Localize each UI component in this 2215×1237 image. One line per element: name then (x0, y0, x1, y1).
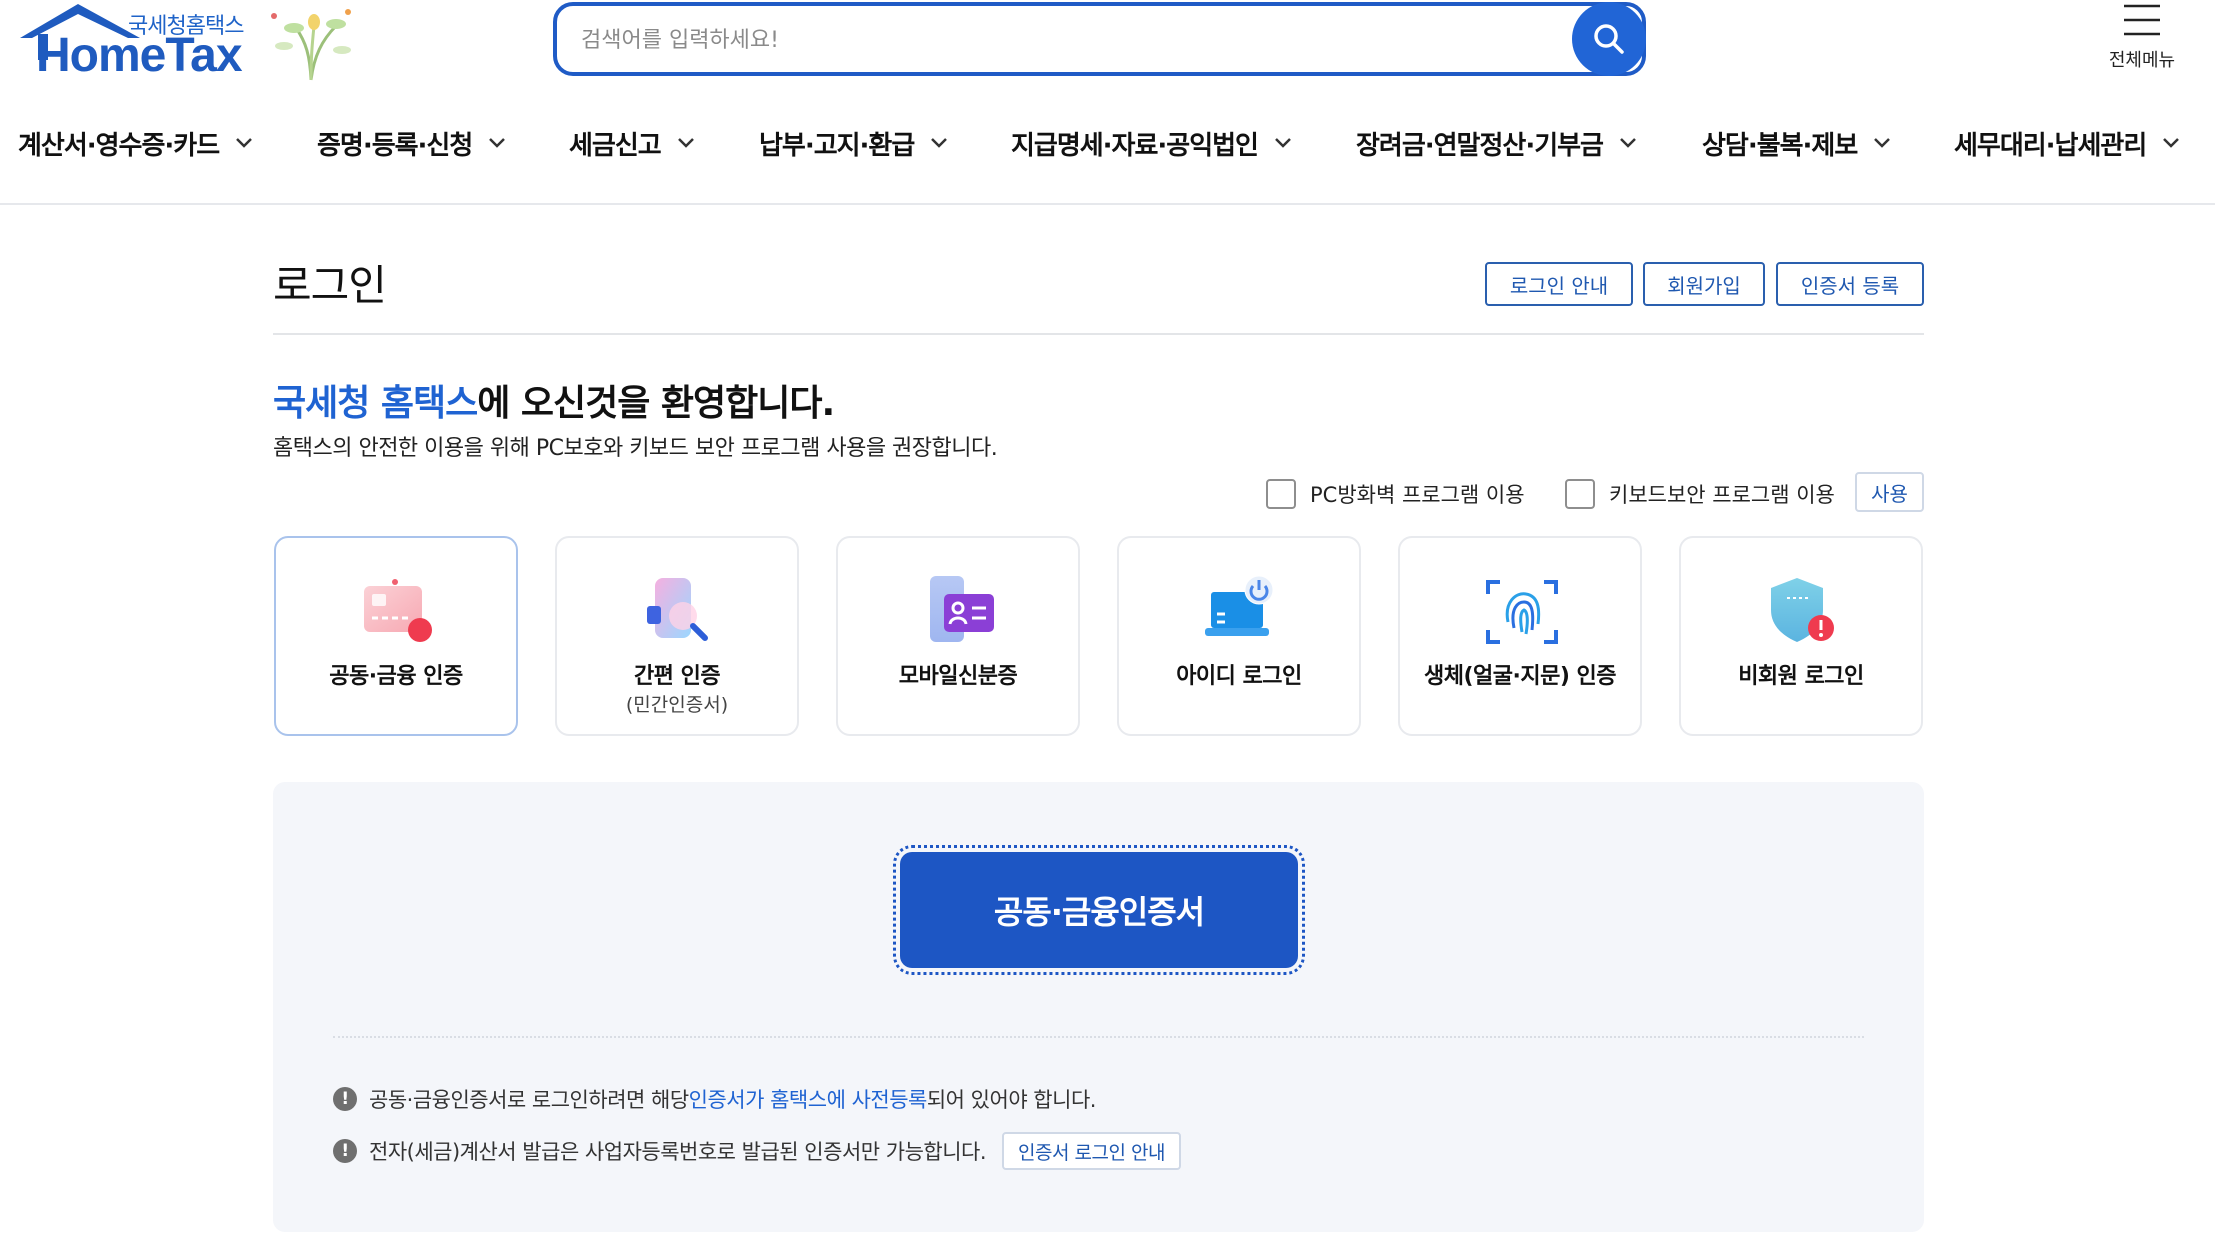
nav-item-payment[interactable]: 납부·고지·환급 (759, 118, 948, 168)
nav-label: 증명·등록·신청 (317, 130, 473, 161)
cert-register-button[interactable]: 인증서 등록 (1776, 262, 1924, 306)
nav-label: 장려금·연말정산·기부금 (1356, 130, 1604, 161)
nav-divider (0, 203, 2215, 205)
firewall-checkbox[interactable] (1266, 479, 1296, 509)
nav-item-statement[interactable]: 지급명세·자료·공익법인 (1011, 118, 1292, 168)
cert-login-guide-button[interactable]: 인증서 로그인 안내 (1002, 1132, 1181, 1170)
hamburger-menu-icon (2124, 4, 2160, 36)
notice-text: 전자(세금)계산서 발급은 사업자등록번호로 발급된 인증서만 가능합니다. (369, 1140, 987, 1164)
nav-item-consult[interactable]: 상담·불복·제보 (1702, 118, 1891, 168)
search-input[interactable] (581, 24, 1561, 56)
fingerprint-icon (1486, 580, 1558, 644)
chevron-down-icon (2163, 138, 2180, 148)
keyboard-security-label: 키보드보안 프로그램 이용 (1609, 483, 1835, 507)
notice-preregistration: ! 공동·금융인증서로 로그인하려면 해당 인증서가 홈택스에 사전등록 되어 있… (333, 1082, 1096, 1116)
keyboard-security-checkbox[interactable] (1565, 479, 1595, 509)
search-box[interactable] (553, 2, 1646, 76)
login-method-mobile-id[interactable]: 모바일신분증 (836, 536, 1080, 736)
panel-divider (333, 1036, 1864, 1038)
login-method-sublabel: (민간인증서) (625, 694, 729, 716)
chevron-down-icon (677, 138, 694, 148)
page-title: 로그인 (273, 261, 387, 310)
nav-label: 납부·고지·환급 (759, 130, 915, 161)
nav-label: 계산서·영수증·카드 (18, 130, 220, 161)
hometax-logo[interactable]: 국세청홈택스 HomeTax (16, 2, 351, 82)
chevron-down-icon (489, 138, 506, 148)
login-method-label: 공동·금융 인증 (329, 664, 463, 689)
welcome-rest: 에 오신것을 환영합니다. (477, 383, 835, 424)
nav-label: 세금신고 (569, 130, 662, 161)
mobile-id-card-icon (930, 576, 994, 642)
notice-text: 되어 있어야 합니다. (926, 1088, 1097, 1112)
login-method-guest[interactable]: 비회원 로그인 (1679, 536, 1923, 736)
nav-item-certificate[interactable]: 증명·등록·신청 (317, 118, 506, 168)
notice-text: 공동·금융인증서로 로그인하려면 해당 (369, 1088, 689, 1112)
nav-item-tax-report[interactable]: 세금신고 (569, 118, 695, 168)
logo-title: HomeTax (36, 29, 243, 82)
login-method-label: 비회원 로그인 (1738, 664, 1864, 689)
firewall-option[interactable]: PC방화벽 프로그램 이용 (1266, 478, 1525, 510)
simple-auth-search-icon (647, 578, 708, 641)
login-method-label: 간편 인증 (633, 664, 721, 689)
security-description: 홈택스의 안전한 이용을 위해 PC보호와 키보드 보안 프로그램 사용을 권장… (273, 436, 998, 461)
notice-invoice: ! 전자(세금)계산서 발급은 사업자등록번호로 발급된 인증서만 가능합니다.… (333, 1132, 1181, 1170)
laptop-power-icon (1205, 575, 1274, 636)
search-button[interactable] (1572, 2, 1646, 76)
login-method-label: 아이디 로그인 (1176, 664, 1302, 689)
firewall-label: PC방화벽 프로그램 이용 (1310, 483, 1525, 507)
chevron-down-icon (1275, 138, 1291, 148)
nav-label: 지급명세·자료·공익법인 (1011, 130, 1259, 161)
search-icon (1594, 24, 1624, 54)
use-button[interactable]: 사용 (1855, 472, 1924, 512)
exclamation-icon: ! (333, 1087, 357, 1111)
login-method-simple-auth[interactable]: 간편 인증 (민간인증서) (555, 536, 799, 736)
chevron-down-icon (931, 138, 948, 148)
all-menu-label: 전체메뉴 (2108, 50, 2176, 71)
welcome-heading: 국세청 홈택스에 오신것을 환영합니다. (273, 374, 835, 426)
nav-label: 상담·불복·제보 (1702, 130, 1858, 161)
chevron-down-icon (236, 138, 253, 148)
nav-item-incentive[interactable]: 장려금·연말정산·기부금 (1356, 118, 1637, 168)
chevron-down-icon (1620, 138, 1636, 148)
main-navigation: 계산서·영수증·카드 증명·등록·신청 세금신고 납부·고지·환급 지급명세·자… (0, 118, 2215, 168)
preregistration-link[interactable]: 인증서가 홈택스에 사전등록 (689, 1084, 928, 1114)
welcome-highlight: 국세청 홈택스 (273, 383, 478, 424)
plant-decoration-icon (271, 9, 351, 81)
chevron-down-icon (1874, 138, 1891, 148)
login-method-label: 모바일신분증 (898, 664, 1018, 689)
nav-item-invoice[interactable]: 계산서·영수증·카드 (18, 118, 253, 168)
shield-guest-icon (1771, 578, 1834, 642)
all-menu-button[interactable]: 전체메뉴 (2100, 2, 2184, 72)
joint-cert-login-button[interactable]: 공동·금융인증서 (893, 845, 1305, 975)
keyboard-security-option[interactable]: 키보드보안 프로그램 이용 (1565, 478, 1835, 510)
login-method-joint-cert[interactable]: 공동·금융 인증 (274, 536, 518, 736)
title-divider (273, 333, 1924, 335)
login-method-label: 생체(얼굴·지문) 인증 (1423, 664, 1617, 689)
login-method-id-login[interactable]: 아이디 로그인 (1117, 536, 1361, 736)
join-button[interactable]: 회원가입 (1643, 262, 1765, 306)
nav-item-agent[interactable]: 세무대리·납세관리 (1954, 118, 2180, 168)
exclamation-icon: ! (333, 1139, 357, 1163)
cert-card-icon (364, 579, 432, 642)
login-method-biometric[interactable]: 생체(얼굴·지문) 인증 (1398, 536, 1642, 736)
login-guide-button[interactable]: 로그인 안내 (1485, 262, 1633, 306)
nav-label: 세무대리·납세관리 (1954, 130, 2147, 161)
